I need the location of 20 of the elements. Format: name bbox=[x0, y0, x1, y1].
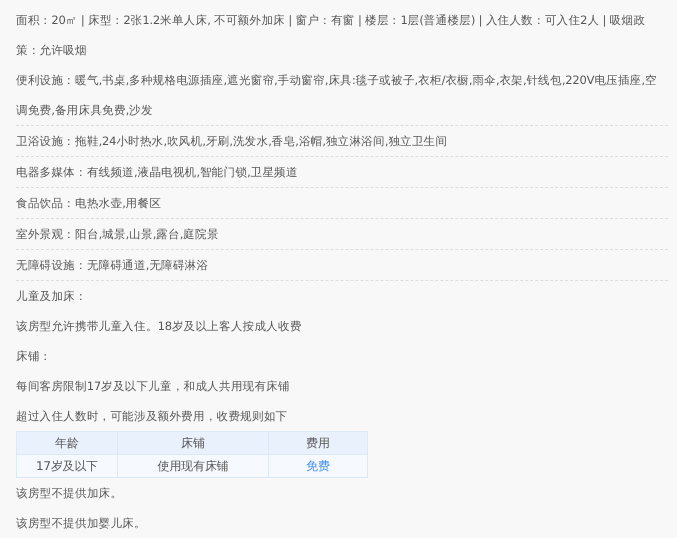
policy-text: 儿童及加床： bbox=[16, 288, 88, 305]
column-header: 床铺 bbox=[118, 432, 268, 454]
fee-link[interactable]: 免费 bbox=[268, 454, 368, 478]
column-header: 费用 bbox=[268, 432, 368, 454]
table-cell: 使用现有床铺 bbox=[118, 454, 268, 478]
policy-text: 床铺： bbox=[16, 348, 52, 365]
detail-text: 便利设施：暖气,书桌,多种规格电源插座,遮光窗帘,手动窗帘,床具:毯子或被子,衣柜/衣橱,雨伞,衣架,针线包,220V电压插座,空调免费,备用床具免费,沙发 bbox=[16, 72, 658, 119]
detail-text: 室外景观：阳台,城景,山景,露台,庭院景 bbox=[16, 226, 220, 243]
policy-text: 每间客房限制17岁及以下儿童，和成人共用现有床铺 bbox=[16, 378, 291, 395]
detail-text: 面积：20㎡ | 床型：2张1.2米单人床, 不可额外加床 | 窗户：有窗 | 楼层：1层(普通楼层) | 入住人数：可入住2人 | 吸烟政策：允许吸烟 bbox=[16, 12, 646, 59]
policy-text: 超过入住人数时，可能涉及额外费用，收费规则如下 bbox=[16, 408, 288, 425]
detail-text: 无障碍设施：无障碍通道,无障碍淋浴 bbox=[16, 257, 210, 274]
policy-text: 该房型允许携带儿童入住。18岁及以上客人按成人收费 bbox=[16, 318, 303, 335]
detail-text: 食品饮品：电热水壶,用餐区 bbox=[16, 195, 162, 212]
table-cell: 17岁及以下 bbox=[16, 454, 118, 478]
detail-text: 卫浴设施：拖鞋,24小时热水,吹风机,牙刷,洗发水,香皂,浴帽,独立淋浴间,独立卫生间 bbox=[16, 133, 448, 150]
policy-text: 该房型不提供加床。 bbox=[16, 485, 124, 502]
detail-text: 电器多媒体：有线频道,液晶电视机,智能门锁,卫星频道 bbox=[16, 164, 299, 181]
policy-text: 该房型不提供加婴儿床。 bbox=[16, 515, 147, 532]
column-header: 年龄 bbox=[16, 432, 118, 454]
